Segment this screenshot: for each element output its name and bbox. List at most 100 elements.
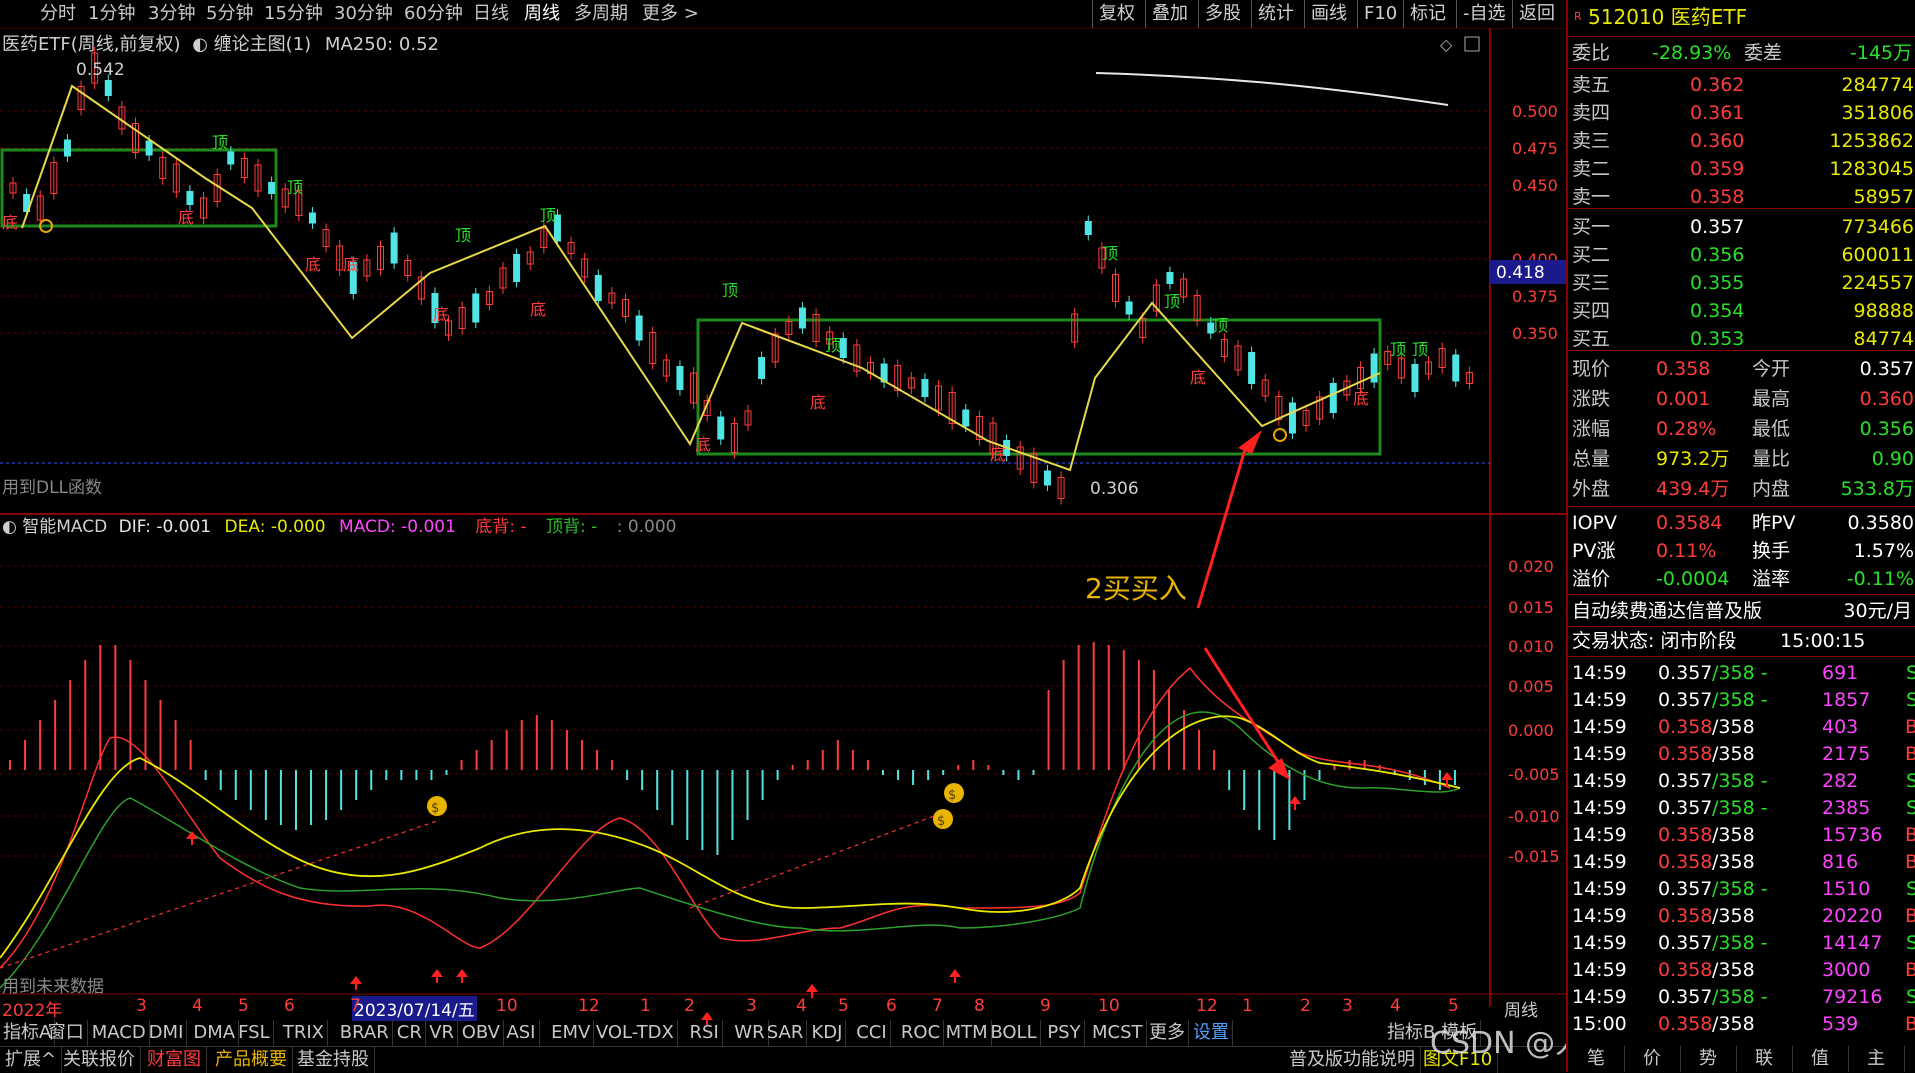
period-tab-daily[interactable]: 日线 — [473, 2, 509, 26]
toolbar-f10-button[interactable]: F10 — [1357, 0, 1403, 28]
indicator-tab[interactable]: PSY — [1044, 1020, 1085, 1046]
period-tab-15min[interactable]: 15分钟 — [264, 2, 323, 26]
tick-time: 14:59 — [1572, 986, 1627, 1008]
bottom-marker-label: 底 — [2, 213, 18, 232]
macd-indicator-name[interactable]: 智能MACD — [22, 517, 107, 537]
price-tick-label: 0.500 — [1512, 102, 1558, 121]
quote-tab[interactable]: 势 — [1680, 1046, 1737, 1072]
wealth-chart-tab[interactable]: 财富图 — [142, 1047, 207, 1073]
tick-row: 14:59 0.357/358 - 2385 S — [1572, 795, 1915, 821]
quote-tab[interactable]: 主 — [1848, 1046, 1905, 1072]
indicator-tab[interactable]: 设置 — [1190, 1020, 1233, 1046]
stat-value: 0.356 — [1859, 418, 1914, 440]
tick-side: S — [1905, 932, 1915, 954]
ask-price: 0.359 — [1690, 158, 1745, 180]
tick-bid: /358 — [1712, 824, 1755, 846]
period-tab-30min[interactable]: 30分钟 — [334, 2, 393, 26]
indicator-tab[interactable]: ASI — [503, 1020, 540, 1046]
indicator-tab[interactable]: EMV — [548, 1020, 595, 1046]
indicator-tab[interactable]: VOL-TDX — [593, 1020, 678, 1046]
quote-tab[interactable]: 笔 — [1568, 1046, 1625, 1072]
period-tab-more[interactable]: 更多 > — [642, 2, 699, 26]
iopv-row: PV涨 0.11% 换手 1.57% — [1572, 538, 1914, 564]
fund-holdings-tab[interactable]: 基金持股 — [292, 1047, 375, 1073]
toolbar-multistock-button[interactable]: 多股 — [1198, 0, 1247, 28]
trade-status-row: 交易状态: 闭市阶段 15:00:15 — [1572, 628, 1912, 654]
stat-row: 现价 0.358 今开 0.357 — [1572, 356, 1914, 382]
indicator-tab[interactable]: MACD — [89, 1020, 150, 1046]
top-marker-label: 顶 — [287, 178, 303, 197]
related-quotes-tab[interactable]: 关联报价 — [58, 1047, 141, 1073]
toolbar-stats-button[interactable]: 统计 — [1251, 0, 1300, 28]
indicator-tab[interactable]: KDJ — [808, 1020, 847, 1046]
tick-volume: 691 — [1822, 662, 1859, 684]
indicator-toggle-icon[interactable]: ◐ — [192, 34, 208, 55]
time-cursor-label: 2023/07/14/五 — [352, 996, 477, 1021]
tick-row: 14:59 0.357/358 - 79216 S — [1572, 984, 1915, 1010]
indicator-tab[interactable]: ROC — [898, 1020, 945, 1046]
indicator-tab[interactable]: OBV — [459, 1020, 504, 1046]
indicator-tab[interactable]: SAR — [764, 1020, 808, 1046]
indicator-tab[interactable]: BOLL — [987, 1020, 1041, 1046]
indicator-tab[interactable]: 更多 — [1146, 1020, 1189, 1046]
time-axis-label: 6 — [886, 996, 897, 1016]
quote-tab[interactable]: 价 — [1624, 1046, 1681, 1072]
toolbar-watchlist-button[interactable]: -自选 — [1456, 0, 1512, 28]
top-marker-label: 顶 — [455, 226, 471, 245]
period-tab-fenshi[interactable]: 分时 — [40, 2, 76, 26]
period-tab-weekly[interactable]: 周线 — [524, 2, 560, 26]
indicator-tab[interactable]: MTM — [943, 1020, 992, 1046]
tick-bid: /358 — [1712, 1013, 1755, 1035]
maximize-icon[interactable] — [1464, 36, 1480, 52]
ask-label: 卖五 — [1572, 74, 1611, 96]
period-tab-multi[interactable]: 多周期 — [574, 2, 628, 26]
indicator-tab[interactable]: BRAR — [337, 1020, 393, 1046]
fee-row[interactable]: 自动续费通达信普及版 30元/月 — [1572, 598, 1912, 624]
toolbar-draw-button[interactable]: 画线 — [1304, 0, 1353, 28]
bottom-marker-label: 底 — [433, 305, 449, 324]
indicator-tab[interactable]: CR — [394, 1020, 426, 1046]
period-tab-1min[interactable]: 1分钟 — [88, 2, 135, 26]
ask-price: 0.360 — [1690, 130, 1745, 152]
top-divergence: 顶背: - — [546, 517, 598, 537]
indicator-tab[interactable]: 窗口 — [45, 1020, 88, 1046]
indicator-tab[interactable]: TRIX — [280, 1020, 328, 1046]
macd-toggle-icon[interactable]: ◐ — [2, 517, 17, 537]
macd-header: ◐ 智能MACD DIF: -0.001 DEA: -0.000 MACD: -… — [2, 515, 677, 539]
toolbar-back-button[interactable]: 返回 — [1512, 0, 1561, 28]
tick-time: 14:59 — [1572, 959, 1627, 981]
indicator-tab[interactable]: DMI — [146, 1020, 188, 1046]
stat-label: 内盘 — [1752, 478, 1791, 500]
tick-price: 0.357 — [1658, 878, 1713, 900]
indicator-tab[interactable]: CCI — [853, 1020, 891, 1046]
indicator-tab[interactable]: RSI — [687, 1020, 723, 1046]
bid-label: 买四 — [1572, 300, 1611, 322]
ma250-label: MA250: 0.52 — [324, 34, 439, 55]
toolbar-overlay-button[interactable]: 叠加 — [1145, 0, 1194, 28]
indicator-tab[interactable]: VR — [426, 1020, 459, 1046]
toolbar-fuquan-button[interactable]: 复权 — [1092, 0, 1141, 28]
toolbar-mark-button[interactable]: 标记 — [1403, 0, 1452, 28]
diamond-icon[interactable]: ◇ — [1440, 35, 1453, 54]
product-overview-tab[interactable]: 产品概要 — [210, 1047, 293, 1073]
stat-label: 总量 — [1572, 448, 1611, 470]
ask-volume: 284774 — [1841, 74, 1914, 96]
trade-time: 15:00:15 — [1780, 630, 1866, 652]
period-tab-3min[interactable]: 3分钟 — [148, 2, 195, 26]
period-tab-60min[interactable]: 60分钟 — [404, 2, 463, 26]
main-indicator-name[interactable]: 缠论主图(1) — [214, 34, 312, 55]
indicator-tab[interactable]: FSL — [235, 1020, 274, 1046]
period-tab-5min[interactable]: 5分钟 — [206, 2, 253, 26]
expand-button[interactable]: 扩展^ — [0, 1047, 63, 1073]
quote-tab[interactable]: 联 — [1736, 1046, 1793, 1072]
time-axis-label: 3 — [746, 996, 757, 1016]
quote-tab[interactable]: 值 — [1792, 1046, 1849, 1072]
bid-price: 0.353 — [1690, 328, 1745, 350]
indicator-tab[interactable]: DMA — [190, 1020, 240, 1046]
tick-price: 0.358 — [1658, 851, 1713, 873]
tick-price: 0.358 — [1658, 959, 1713, 981]
indicator-tab[interactable]: MCST — [1089, 1020, 1147, 1046]
tick-side: S — [1905, 797, 1915, 819]
edition-info-link[interactable]: 普及版功能说明 — [1284, 1047, 1421, 1073]
commission-diff-value: -145万 — [1849, 42, 1912, 64]
